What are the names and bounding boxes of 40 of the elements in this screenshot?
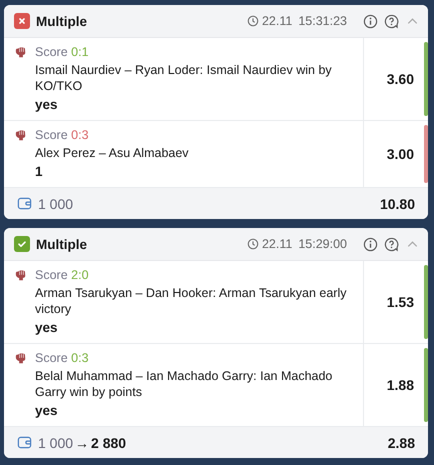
info-icon[interactable] (363, 14, 378, 28)
bet-time: 15:31:23 (298, 14, 347, 28)
event-pick: yes (35, 319, 59, 337)
event-description: Ismail Naurdiev – Ryan Loder: Ismail Naurdiev win by KO/TKO (35, 62, 333, 94)
payout-amount: 2 880 (91, 434, 126, 450)
event-pick: 1 (35, 163, 44, 181)
bet-date: 22.11 (262, 14, 292, 28)
event-description: Arman Tsarukyan – Dan Hooker: Arman Tsarukyan early victory (35, 285, 348, 317)
score-value: 2:0 (71, 268, 89, 282)
score-value: 0:3 (71, 351, 89, 365)
event-pick: yes (35, 96, 59, 114)
stake-amount: 1 000 (38, 434, 74, 450)
wallet-icon (17, 196, 32, 211)
help-icon[interactable] (384, 14, 399, 28)
event-odds: 1.53 (386, 294, 414, 310)
wallet-icon (17, 435, 32, 450)
bet-date: 22.11 (262, 237, 292, 251)
info-icon[interactable] (363, 236, 378, 252)
score-value: 0:3 (71, 128, 89, 142)
score-value: 0:1 (71, 45, 89, 59)
event-odds: 3.60 (386, 71, 414, 87)
total-odds: 10.80 (380, 196, 415, 212)
stake-amount: 1 000 (38, 196, 74, 212)
clock-icon (246, 238, 259, 250)
event-description: Alex Perez – Asu Almabaev (35, 145, 189, 161)
score-label: Score (35, 351, 68, 365)
event-odds: 1.88 (386, 377, 414, 393)
bet-title: Multiple (36, 236, 87, 252)
event-pick: yes (35, 402, 59, 420)
arrow-text: → (75, 434, 90, 450)
bet-time: 15:29:00 (298, 237, 347, 251)
score-label: Score (35, 128, 68, 142)
event-odds: 3.00 (386, 146, 414, 162)
bet-title: Multiple (36, 14, 87, 28)
score-label: Score (35, 268, 68, 282)
help-icon[interactable] (384, 236, 399, 252)
event-description: Belal Muhammad – Ian Machado Garry: Ian Machado Garry win by points (35, 368, 334, 400)
clock-icon (246, 15, 259, 27)
total-odds: 2.88 (388, 434, 415, 450)
score-label: Score (35, 45, 68, 59)
